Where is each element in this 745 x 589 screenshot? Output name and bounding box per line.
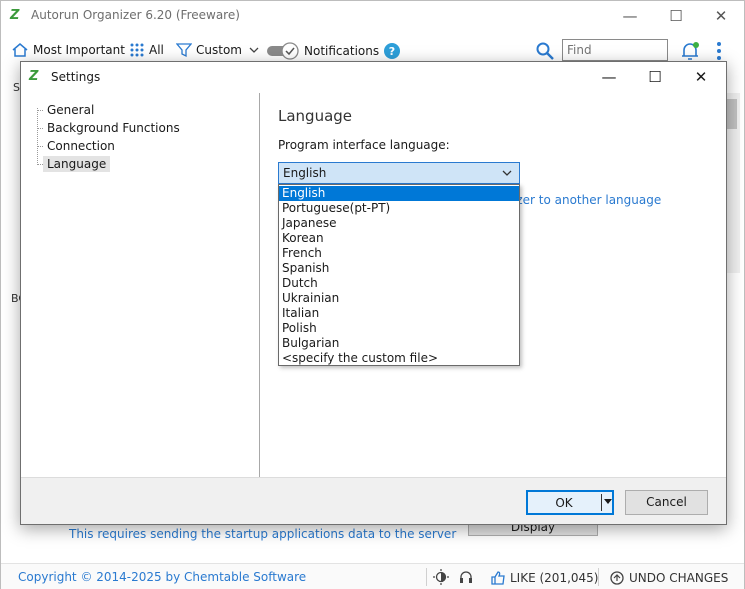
main-titlebar: Z Autorun Organizer 6.20 (Freeware) — ☐ … [1,1,744,31]
grid-dots-icon [130,43,144,57]
undo-label: UNDO CHANGES [629,571,729,585]
dialog-logo-icon: Z [29,69,39,84]
interface-language-label: Program interface language: [278,138,450,152]
language-option-portuguese[interactable]: Portuguese(pt-PT) [279,201,519,216]
thumbs-up-icon [491,571,505,585]
status-separator [598,568,599,586]
language-option-italian[interactable]: Italian [279,306,519,321]
like-label: LIKE (201,045) [510,571,599,585]
close-button[interactable]: ✕ [698,5,744,27]
language-select-value: English [283,166,327,180]
language-option-english[interactable]: English [279,186,519,201]
language-option-spanish[interactable]: Spanish [279,261,519,276]
statusbar: Copyright © 2014-2025 by Chemtable Softw… [1,563,744,589]
dialog-titlebar: Z Settings — ☐ ✕ [21,62,726,92]
cancel-button[interactable]: Cancel [625,490,708,515]
ok-label: OK [555,496,573,510]
dropdown-arrow-icon[interactable] [604,499,612,505]
language-option-french[interactable]: French [279,246,519,261]
language-option-bulgarian[interactable]: Bulgarian [279,336,519,351]
chevron-down-icon [502,170,512,176]
app-title: Autorun Organizer 6.20 (Freeware) [31,8,240,22]
section-title: Language [278,107,353,125]
language-option-polish[interactable]: Polish [279,321,519,336]
like-button[interactable]: LIKE (201,045) [490,570,598,586]
settings-dialog: Z Settings — ☐ ✕ General Background Func… [20,61,727,525]
dialog-title: Settings [51,70,101,84]
app-logo-icon: Z [10,8,20,23]
home-icon [12,43,28,57]
custom-label: Custom [196,43,242,57]
copyright-link[interactable]: Copyright © 2014-2025 by Chemtable Softw… [18,570,306,584]
undo-changes-button[interactable]: UNDO CHANGES [609,570,728,586]
language-option-custom-file[interactable]: <specify the custom file> [279,351,519,366]
dialog-minimize-button[interactable]: — [587,66,631,88]
all-button[interactable]: All [129,42,164,58]
server-hint-text: This requires sending the startup applic… [69,527,457,541]
settings-nav-tree: General Background Functions Connection … [31,98,251,478]
language-dropdown-list: English Portuguese(pt-PT) Japanese Korea… [278,184,520,366]
nav-item-general[interactable]: General [36,102,98,118]
nav-item-language[interactable]: Language [36,156,111,172]
svg-text:?: ? [389,45,395,58]
panel-divider [259,93,260,477]
most-important-label: Most Important [33,43,125,57]
nav-item-connection[interactable]: Connection [37,138,119,154]
most-important-button[interactable]: Most Important [11,42,125,58]
nav-item-background-functions[interactable]: Background Functions [37,120,184,136]
dialog-maximize-button[interactable]: ☐ [633,66,677,88]
theme-icon[interactable] [433,569,449,585]
language-option-korean[interactable]: Korean [279,231,519,246]
notifications-label: Notifications [304,44,380,58]
translate-link[interactable]: izer to another language [513,193,661,207]
dialog-close-button[interactable]: ✕ [679,66,723,88]
filter-icon [176,43,192,58]
status-separator [426,568,427,586]
custom-filter-button[interactable]: Custom [176,42,264,58]
minimize-button[interactable]: — [607,5,653,27]
language-select[interactable]: English [278,162,520,184]
chevron-down-icon [249,47,259,53]
bell-icon[interactable] [679,40,701,62]
dialog-footer: OK Cancel [21,477,726,524]
maximize-button[interactable]: ☐ [653,5,699,27]
language-option-ukrainian[interactable]: Ukrainian [279,291,519,306]
more-menu-icon[interactable] [714,40,724,62]
ok-button[interactable]: OK [526,490,614,515]
ok-split-divider [601,494,602,511]
tree-guide-line [37,108,38,163]
undo-icon [610,571,624,585]
notifications-toggle[interactable]: Notifications ? [266,42,405,60]
language-option-dutch[interactable]: Dutch [279,276,519,291]
headset-icon[interactable] [458,569,474,585]
search-icon[interactable] [535,41,555,61]
language-option-japanese[interactable]: Japanese [279,216,519,231]
scrollbar-thumb[interactable] [727,99,737,129]
search-input[interactable] [562,39,668,61]
toggle-check-icon [267,42,299,60]
help-icon[interactable]: ? [383,42,401,60]
all-label: All [149,43,164,57]
